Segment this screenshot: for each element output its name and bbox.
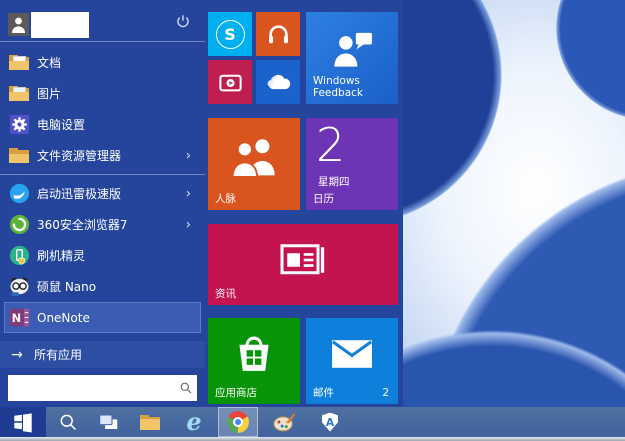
menu-item-label: 硕鼠 Nano xyxy=(37,278,96,295)
taskbar-chrome-button[interactable] xyxy=(218,407,258,437)
file-explorer-folder-icon xyxy=(8,145,30,167)
menu-item-file-explorer[interactable]: 文件资源管理器 › xyxy=(0,140,205,171)
taskbar-file-explorer-button[interactable] xyxy=(132,407,168,437)
desktop: 文档 图片 xyxy=(0,0,625,441)
mail-unread-badge: 2 xyxy=(382,387,389,399)
tile-label: 应用商店 xyxy=(215,387,257,399)
menu-item-pc-settings[interactable]: 电脑设置 xyxy=(0,109,205,140)
documents-folder-icon xyxy=(8,52,30,74)
power-button[interactable] xyxy=(173,12,193,32)
tile-news[interactable]: 资讯 xyxy=(208,224,398,305)
chrome-icon xyxy=(227,411,249,433)
security-shield-icon: A xyxy=(322,413,338,432)
start-menu-items: 文档 图片 xyxy=(0,42,205,333)
menu-item-360-browser[interactable]: 360安全浏览器7 › xyxy=(0,209,205,240)
start-button[interactable] xyxy=(0,407,46,437)
task-view-icon xyxy=(98,413,119,431)
menu-item-label: 启动迅雷极速版 xyxy=(37,185,121,202)
onenote-icon: N xyxy=(8,307,30,329)
store-bag-icon xyxy=(208,318,300,390)
pictures-folder-icon xyxy=(8,83,30,105)
start-menu-left-column: 文档 图片 xyxy=(0,0,205,407)
envelope-icon xyxy=(306,318,398,390)
search-box xyxy=(8,375,197,401)
taskbar-security-button[interactable]: A xyxy=(312,407,348,437)
taskbar: e A xyxy=(0,407,625,437)
menu-item-label: 刷机精灵 xyxy=(37,247,85,264)
shuoshu-panda-icon xyxy=(8,276,30,298)
two-people-icon xyxy=(208,118,300,196)
cloud-icon xyxy=(256,60,300,104)
menu-item-label: 图片 xyxy=(37,85,61,102)
svg-text:N: N xyxy=(11,311,21,325)
screen-bottom-edge xyxy=(0,437,625,441)
menu-item-documents[interactable]: 文档 xyxy=(0,47,205,78)
tile-onedrive[interactable] xyxy=(256,60,300,104)
windows-logo-icon xyxy=(12,411,34,433)
tile-label: 邮件 xyxy=(313,387,334,399)
calendar-date: 2 xyxy=(316,120,345,171)
paint-palette-icon xyxy=(272,411,296,433)
tile-windows-feedback[interactable]: Windows Feedback xyxy=(306,12,398,104)
menu-item-label: 电脑设置 xyxy=(37,116,85,133)
folder-icon xyxy=(140,415,160,430)
person-icon xyxy=(11,16,26,33)
chevron-right-icon: › xyxy=(186,217,191,232)
right-arrow-icon: → xyxy=(0,347,34,363)
all-apps-label: 所有应用 xyxy=(34,346,82,363)
taskbar-search-button[interactable] xyxy=(50,407,86,437)
tile-label: 日历 xyxy=(313,193,334,205)
menu-item-label: 360安全浏览器7 xyxy=(37,216,128,233)
tile-music[interactable] xyxy=(256,12,300,56)
tile-label: Windows Feedback xyxy=(313,75,373,99)
newspaper-icon xyxy=(208,224,398,295)
thunder-bird-icon xyxy=(8,183,30,205)
headphones-icon xyxy=(256,12,300,56)
menu-item-label: OneNote xyxy=(37,311,90,325)
task-view-button[interactable] xyxy=(90,407,126,437)
tile-people[interactable]: 人脉 xyxy=(208,118,300,210)
skype-icon: S xyxy=(216,20,245,49)
tile-label: 人脉 xyxy=(215,193,236,205)
search-icon xyxy=(58,412,78,432)
search-magnifier-icon xyxy=(175,381,197,395)
start-menu: 文档 图片 xyxy=(0,0,403,407)
all-apps-button[interactable]: → 所有应用 xyxy=(0,341,205,368)
menu-item-onenote[interactable]: N OneNote xyxy=(4,302,201,333)
chevron-right-icon: › xyxy=(186,148,191,163)
start-menu-header xyxy=(0,0,205,41)
calendar-weekday: 星期四 xyxy=(318,174,350,189)
menu-item-label: 文档 xyxy=(37,54,61,71)
shuaji-phone-icon xyxy=(8,245,30,267)
tile-mail[interactable]: 邮件 2 xyxy=(306,318,398,404)
menu-item-shuaji[interactable]: 刷机精灵 xyxy=(0,240,205,271)
internet-explorer-icon: e xyxy=(186,410,201,434)
menu-item-shuoshu[interactable]: 硕鼠 Nano xyxy=(0,271,205,302)
settings-gear-icon xyxy=(8,114,30,136)
user-name-redacted[interactable] xyxy=(31,12,89,38)
tile-video[interactable] xyxy=(208,60,252,104)
tile-calendar[interactable]: 2 星期四 日历 xyxy=(306,118,398,210)
menu-item-thunder[interactable]: 启动迅雷极速版 › xyxy=(0,178,205,209)
taskbar-paint-button[interactable] xyxy=(266,407,302,437)
tile-skype[interactable]: S xyxy=(208,12,252,56)
screen-play-icon xyxy=(208,60,252,104)
menu-divider xyxy=(0,174,205,175)
menu-item-label: 文件资源管理器 xyxy=(37,147,121,164)
chevron-right-icon: › xyxy=(186,186,191,201)
taskbar-internet-explorer-button[interactable]: e xyxy=(176,407,212,437)
360-browser-icon xyxy=(8,214,30,236)
tile-store[interactable]: 应用商店 xyxy=(208,318,300,404)
user-avatar[interactable] xyxy=(8,13,29,36)
power-icon xyxy=(175,14,191,30)
menu-item-pictures[interactable]: 图片 xyxy=(0,78,205,109)
tile-label: 资讯 xyxy=(215,288,236,300)
search-input[interactable] xyxy=(8,375,175,401)
